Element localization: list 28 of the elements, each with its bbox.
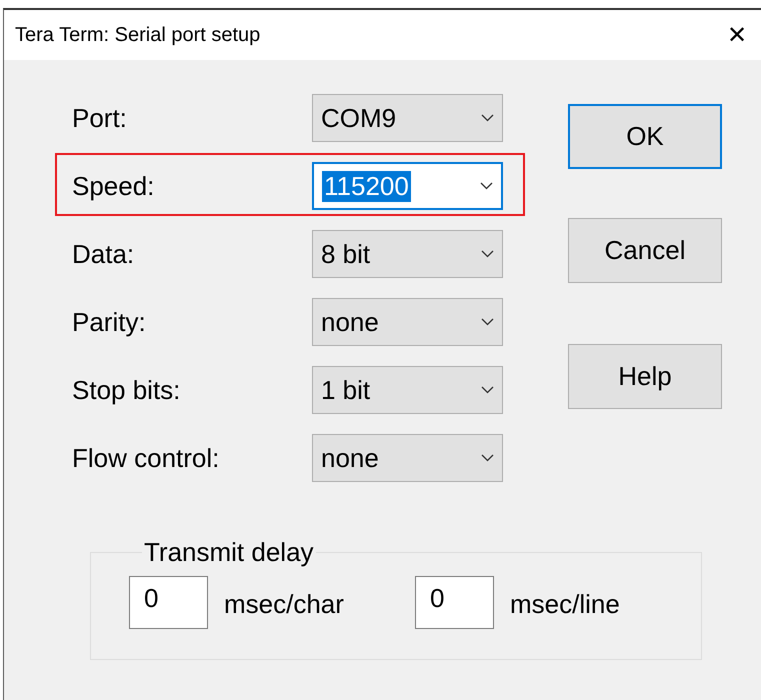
setting-label: Port: [72, 102, 128, 134]
dropdown[interactable]: 115200 [312, 162, 503, 210]
input-field[interactable]: 0 [129, 576, 208, 629]
dropdown[interactable]: COM9 [312, 94, 503, 142]
window-title: Tera Term: Serial port setup [15, 24, 260, 46]
setting-label: Stop bits: [72, 374, 182, 406]
chevron-down-icon [481, 250, 494, 258]
dropdown[interactable]: 1 bit [312, 366, 503, 414]
setting-label: Speed: [72, 170, 156, 202]
dropdown[interactable]: none [312, 434, 503, 482]
group-title: Transmit delay [143, 537, 315, 568]
setting-label: Parity: [72, 306, 147, 338]
chevron-down-icon [481, 318, 494, 326]
dialog-button[interactable]: Cancel [568, 218, 722, 283]
dialog-button[interactable]: OK [568, 104, 722, 169]
chevron-down-icon [481, 114, 494, 122]
chevron-down-icon [481, 454, 494, 462]
setting-label: Data: [72, 238, 136, 270]
close-button[interactable]: ✕ [715, 13, 759, 57]
unit-label: msec/char [224, 588, 345, 620]
chevron-down-icon [480, 182, 493, 190]
dropdown[interactable]: none [312, 298, 503, 346]
setting-label: Flow control: [72, 442, 220, 474]
chevron-down-icon [481, 386, 494, 394]
dialog-button[interactable]: Help [568, 344, 722, 409]
unit-label: msec/line [510, 588, 621, 620]
input-field[interactable]: 0 [415, 576, 494, 629]
dropdown[interactable]: 8 bit [312, 230, 503, 278]
